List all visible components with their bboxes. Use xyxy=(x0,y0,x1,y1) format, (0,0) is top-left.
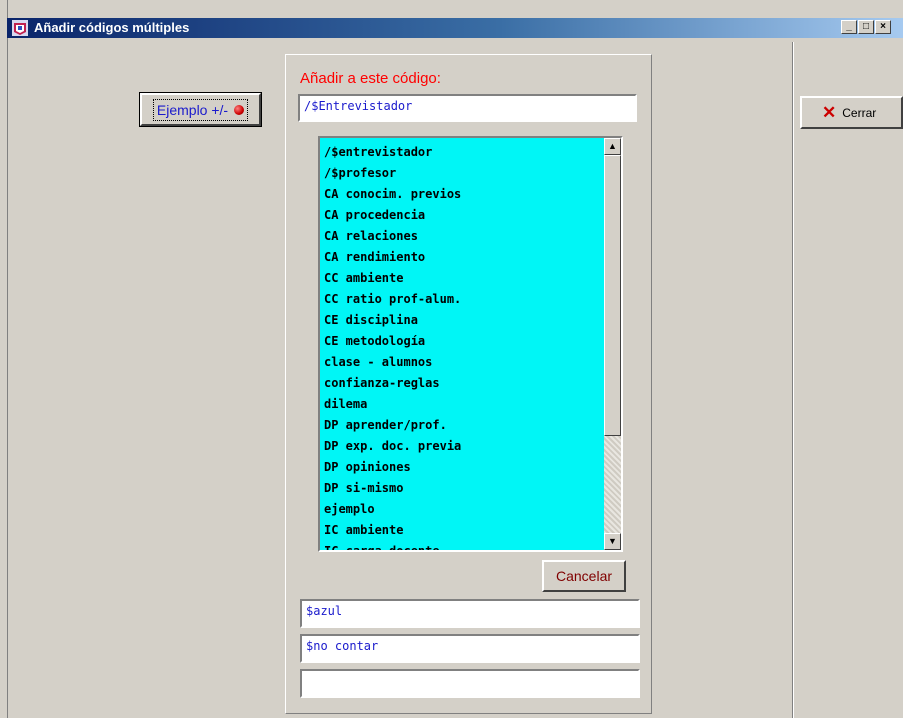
add-to-code-heading: Añadir a este código: xyxy=(300,70,441,87)
scroll-thumb[interactable] xyxy=(604,155,621,436)
window-left-edge xyxy=(0,0,8,718)
red-dot-icon xyxy=(234,104,245,115)
list-item[interactable]: CA rendimiento xyxy=(323,247,599,268)
list-item[interactable]: DP si-mismo xyxy=(323,478,599,499)
list-item[interactable]: CE metodología xyxy=(323,331,599,352)
close-button-label: Cerrar xyxy=(842,105,877,120)
window-title: Añadir códigos múltiples xyxy=(34,20,190,35)
list-item[interactable]: CC ratio prof-alum. xyxy=(323,289,599,310)
codes-list: /$entrevistador/$profesor CA conocim. pre… xyxy=(323,142,599,550)
list-item[interactable]: CA relaciones xyxy=(323,226,599,247)
list-scrollbar[interactable]: ▲ ▼ xyxy=(604,138,621,550)
app-icon xyxy=(12,20,28,36)
maximize-button[interactable]: □ xyxy=(858,20,874,34)
close-window-button[interactable]: × xyxy=(875,20,891,34)
list-item[interactable]: DP aprender/prof. xyxy=(323,415,599,436)
ejemplo-button-label: Ejemplo +/- xyxy=(156,101,229,118)
list-item[interactable]: CA procedencia xyxy=(323,205,599,226)
list-item[interactable]: /$entrevistador xyxy=(323,142,599,163)
close-button[interactable]: ✕ Cerrar xyxy=(800,96,903,129)
cancel-button[interactable]: Cancelar xyxy=(542,560,626,592)
extra-field-2[interactable]: $no contar xyxy=(300,634,640,663)
list-item[interactable]: confianza-reglas xyxy=(323,373,599,394)
right-panel xyxy=(792,42,903,718)
list-item[interactable]: DP exp. doc. previa xyxy=(323,436,599,457)
list-item[interactable]: clase - alumnos xyxy=(323,352,599,373)
list-item[interactable]: CC ambiente xyxy=(323,268,599,289)
minimize-button[interactable]: _ xyxy=(841,20,857,34)
extra-field-1[interactable]: $azul xyxy=(300,599,640,628)
title-bar[interactable]: Añadir códigos múltiples _ □ × xyxy=(7,18,903,38)
list-item[interactable]: IC ambiente xyxy=(323,520,599,541)
target-code-field[interactable]: /$Entrevistador xyxy=(298,94,637,122)
list-item[interactable]: CE disciplina xyxy=(323,310,599,331)
extra-field-3[interactable] xyxy=(300,669,640,698)
list-item[interactable]: dilema xyxy=(323,394,599,415)
list-item[interactable]: /$profesor xyxy=(323,163,599,184)
list-item[interactable]: ejemplo xyxy=(323,499,599,520)
ejemplo-button[interactable]: Ejemplo +/- xyxy=(139,92,262,127)
red-x-icon: ✕ xyxy=(822,103,837,122)
list-item[interactable]: CA conocim. previos xyxy=(323,184,599,205)
scroll-up-arrow-icon[interactable]: ▲ xyxy=(604,138,621,155)
list-item[interactable]: DP opiniones xyxy=(323,457,599,478)
list-item[interactable]: IC carga docente xyxy=(323,541,599,550)
codes-listbox[interactable]: /$entrevistador/$profesor CA conocim. pre… xyxy=(318,136,623,552)
scroll-down-arrow-icon[interactable]: ▼ xyxy=(604,533,621,550)
